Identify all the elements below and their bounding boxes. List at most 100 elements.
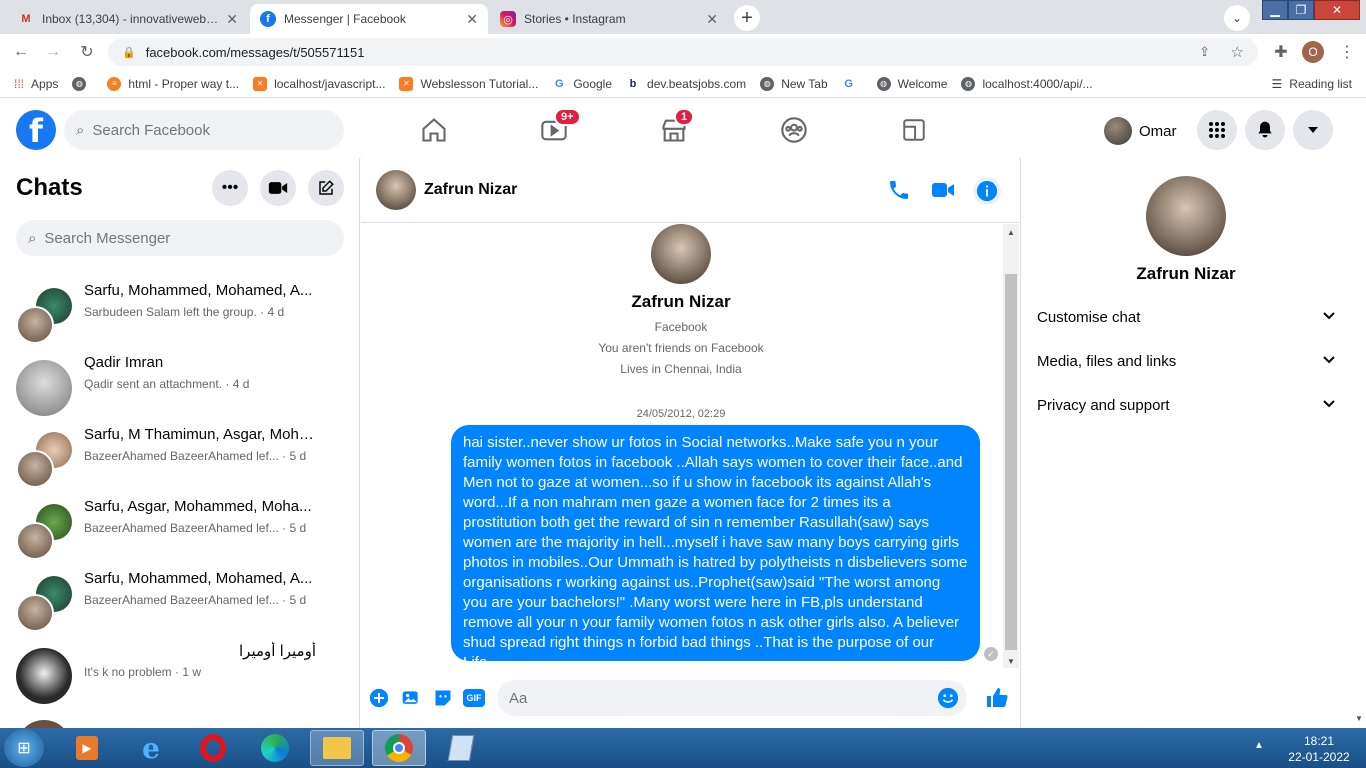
bookmark-globe[interactable]: ◍	[72, 76, 93, 91]
sticker-icon[interactable]	[433, 688, 453, 711]
lock-icon: 🔒	[122, 46, 136, 59]
contact-avatar[interactable]	[376, 170, 416, 210]
groups-icon[interactable]	[774, 110, 814, 150]
opera-icon[interactable]	[186, 730, 240, 766]
tab-instagram[interactable]: ◎ Stories • Instagram ✕	[490, 4, 728, 34]
gif-icon[interactable]: GIF	[463, 689, 485, 707]
info-avatar[interactable]	[1146, 176, 1226, 256]
chat-item[interactable]: أوميرا أوميرا It's k no problem · 1 w	[8, 634, 352, 704]
group-avatar-front	[16, 450, 54, 488]
customise-chat-section[interactable]: Customise chat	[1037, 295, 1337, 339]
chrome-icon[interactable]	[372, 730, 426, 766]
scrollbar[interactable]: ▲ ▼	[1003, 224, 1019, 668]
media-player-icon[interactable]: ▶	[60, 730, 114, 766]
tab-gmail[interactable]: M Inbox (13,304) - innovativewebpa ✕	[8, 4, 248, 34]
chat-item[interactable]: Qadir Imran Qadir sent an attachment. · …	[8, 346, 352, 416]
gaming-icon[interactable]	[894, 110, 934, 150]
close-icon[interactable]: ✕	[466, 11, 478, 28]
address-bar[interactable]: 🔒 facebook.com/messages/t/505571151 ⇪ ☆	[108, 38, 1258, 66]
compose-icon[interactable]	[308, 170, 344, 206]
profile-avatar[interactable]: O	[1302, 41, 1324, 63]
globe-icon: ◍	[760, 76, 775, 91]
back-icon[interactable]: ←	[10, 41, 32, 63]
scroll-up-arrow[interactable]: ▲	[1007, 228, 1015, 237]
account-dropdown-icon[interactable]	[1293, 110, 1333, 150]
menu-grid-icon[interactable]	[1197, 110, 1237, 150]
bookmark-google[interactable]: G Google	[552, 76, 612, 91]
video-call-icon[interactable]	[931, 179, 955, 204]
clock-time[interactable]: 18:21	[1282, 734, 1356, 748]
like-thumb-icon[interactable]	[985, 686, 1009, 713]
facebook-logo[interactable]: f	[16, 110, 56, 150]
marketplace-icon[interactable]: 1	[654, 108, 695, 150]
scrollbar-thumb[interactable]	[1005, 274, 1017, 650]
maximize-icon[interactable]: ❐	[1288, 0, 1314, 20]
minimize-icon[interactable]: ▁	[1262, 0, 1288, 20]
tab-messenger[interactable]: f Messenger | Facebook ✕	[250, 4, 488, 34]
chat-name: أوميرا أوميرا	[239, 643, 316, 660]
scroll-down-arrow[interactable]: ▼	[1007, 657, 1015, 666]
message-input[interactable]	[509, 689, 929, 707]
messenger-search-input[interactable]	[44, 229, 245, 247]
share-icon[interactable]: ⇪	[1199, 44, 1210, 60]
profile-shortcut[interactable]: Omar	[1104, 116, 1177, 146]
facebook-search[interactable]: ⌕	[64, 110, 344, 150]
chat-last-message: BazeerAhamed BazeerAhamed lef... · 5 d	[84, 593, 307, 607]
phone-icon[interactable]	[887, 178, 911, 205]
media-files-links-section[interactable]: Media, files and links	[1037, 339, 1337, 383]
internet-explorer-icon[interactable]: e	[124, 730, 178, 766]
new-video-room-icon[interactable]	[260, 170, 296, 206]
clock-date[interactable]: 22-01-2022	[1280, 750, 1358, 764]
bookmark-beatsjobs[interactable]: b dev.beatsjobs.com	[626, 76, 746, 91]
new-tab-button[interactable]: +	[734, 5, 760, 31]
message-timestamp: 24/05/2012, 02:29	[636, 408, 726, 420]
star-icon[interactable]: ☆	[1231, 43, 1244, 61]
chat-item[interactable]: Sarfu, Mohammed, Mohamed, A... Sarbudeen…	[8, 274, 352, 344]
chat-name: Qadir Imran	[84, 354, 164, 371]
plus-circle-icon[interactable]	[369, 688, 389, 711]
bookmark-webslesson[interactable]: ✕ Webslesson Tutorial...	[399, 76, 538, 91]
close-icon[interactable]: ✕	[226, 11, 238, 28]
home-icon[interactable]	[414, 110, 454, 150]
notepad-icon[interactable]	[434, 730, 488, 766]
chat-item[interactable]: Sarfu, M Thamimun, Asgar, Moha... Bazeer…	[8, 418, 352, 488]
globe-icon: ◍	[876, 76, 891, 91]
message-bubble[interactable]: hai sister..never show ur fotos in Socia…	[451, 425, 980, 671]
messenger-search[interactable]: ⌕	[16, 220, 344, 256]
edge-icon[interactable]	[248, 730, 302, 766]
bookmark-google-2[interactable]: G	[841, 76, 863, 91]
bookmark-localhost-js[interactable]: ✕ localhost/javascript...	[253, 76, 385, 91]
bookmark-welcome[interactable]: ◍ Welcome	[876, 76, 947, 91]
photo-icon[interactable]	[401, 688, 421, 711]
scroll-down-arrow[interactable]: ▼	[1355, 714, 1363, 723]
reading-list[interactable]: ☰ Reading list	[1272, 77, 1352, 91]
window-close-icon[interactable]: ✕	[1314, 0, 1360, 20]
notifications-bell-icon[interactable]	[1245, 110, 1285, 150]
bookmark-localhost-api[interactable]: ◍ localhost:4000/api/...	[961, 76, 1093, 91]
contact-name[interactable]: Zafrun Nizar	[424, 181, 517, 199]
tab-search-button[interactable]: ⌄	[1224, 5, 1250, 31]
forward-icon[interactable]: →	[42, 41, 64, 63]
info-icon[interactable]	[973, 177, 1001, 205]
watch-icon[interactable]: 9+	[534, 108, 581, 150]
chat-item[interactable]: Sarfu, Asgar, Mohammed, Moha... BazeerAh…	[8, 490, 352, 560]
info-name: Zafrun Nizar	[1136, 264, 1236, 283]
bookmark-newtab[interactable]: ◍ New Tab	[760, 76, 828, 91]
emoji-icon[interactable]	[937, 687, 959, 712]
bookmark-apps[interactable]: ⁞⁞⁞ Apps	[14, 77, 58, 91]
chat-item[interactable]: Sarfu, Mohammed, Mohamed, A... BazeerAha…	[8, 562, 352, 632]
privacy-support-section[interactable]: Privacy and support	[1037, 383, 1337, 427]
reload-icon[interactable]: ↻	[76, 41, 98, 63]
message-composer[interactable]	[497, 680, 967, 716]
bookmark-stackoverflow[interactable]: ≡ html - Proper way t...	[107, 76, 239, 91]
close-icon[interactable]: ✕	[706, 11, 718, 28]
chat-name: Sarfu, M Thamimun, Asgar, Moha...	[84, 426, 314, 443]
extensions-icon[interactable]: ✚	[1270, 41, 1292, 63]
more-options-icon[interactable]: •••	[212, 170, 248, 206]
menu-kebab-icon[interactable]: ⋮	[1336, 41, 1358, 63]
file-explorer-icon[interactable]	[310, 730, 364, 766]
tray-arrow-icon[interactable]: ▲	[1254, 740, 1264, 751]
bookmark-label: localhost:4000/api/...	[982, 76, 1093, 91]
windows-start-icon[interactable]: ⊞	[4, 729, 44, 767]
search-input[interactable]	[92, 121, 293, 139]
